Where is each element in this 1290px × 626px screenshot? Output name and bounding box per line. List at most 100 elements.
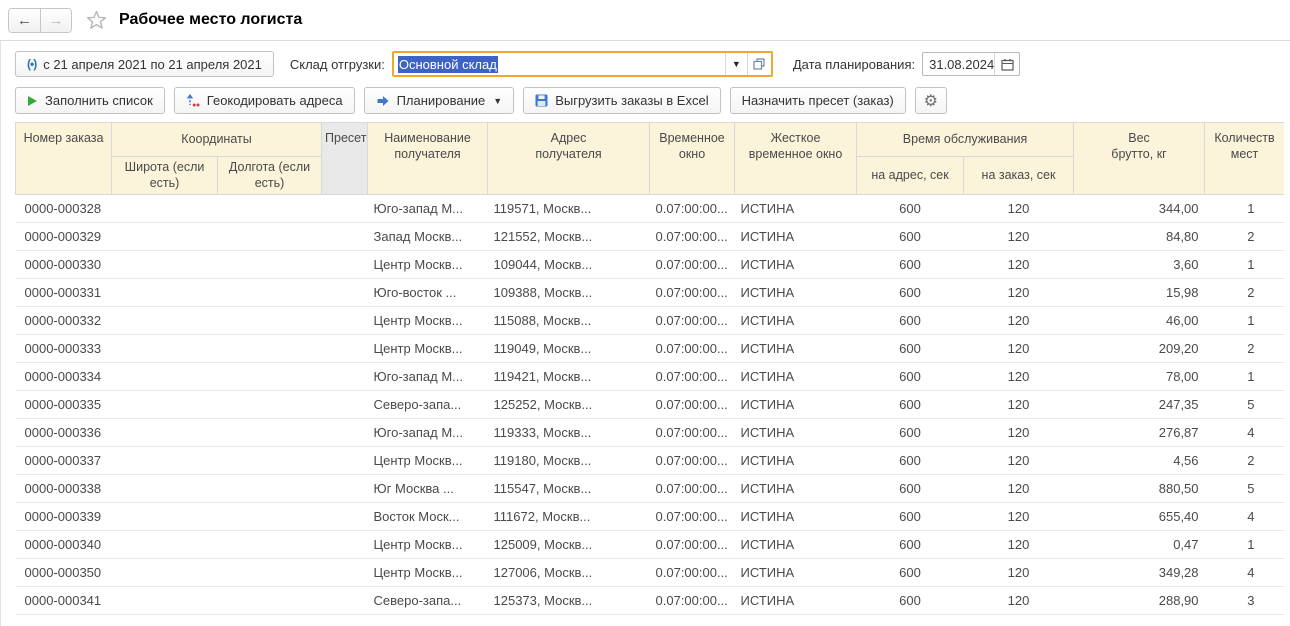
cell-preset[interactable] — [322, 363, 368, 391]
cell-lat[interactable] — [112, 475, 218, 503]
table-row[interactable]: 0000-000341 Северо-запа... 125373, Москв… — [16, 587, 1285, 615]
cell-name[interactable]: Юго-запад М... — [368, 419, 488, 447]
cell-order[interactable]: 0000-000333 — [16, 335, 112, 363]
geocode-addresses-button[interactable]: Геокодировать адреса — [174, 87, 355, 114]
col-header-lon[interactable]: Долгота (если есть) — [218, 157, 322, 195]
cell-weight[interactable]: 0,47 — [1074, 531, 1205, 559]
cell-preset[interactable] — [322, 587, 368, 615]
cell-qty[interactable]: 1 — [1205, 307, 1284, 335]
planning-date-calendar-button[interactable] — [994, 53, 1019, 75]
table-row[interactable]: 0000-000338 Юг Москва ... 115547, Москв.… — [16, 475, 1285, 503]
cell-lat[interactable] — [112, 559, 218, 587]
cell-lon[interactable] — [218, 559, 322, 587]
cell-name[interactable]: Центр Москв... — [368, 335, 488, 363]
cell-address[interactable]: 115547, Москв... — [488, 475, 650, 503]
cell-addr-sec[interactable]: 600 — [857, 279, 964, 307]
table-row[interactable]: 0000-000334 Юго-запад М... 119421, Москв… — [16, 363, 1285, 391]
table-row[interactable]: 0000-000337 Центр Москв... 119180, Москв… — [16, 447, 1285, 475]
cell-hard-window[interactable]: ИСТИНА — [735, 419, 857, 447]
col-header-window[interactable]: Временное окно — [650, 123, 735, 195]
cell-order[interactable]: 0000-000334 — [16, 363, 112, 391]
cell-lon[interactable] — [218, 251, 322, 279]
cell-name[interactable]: Центр Москв... — [368, 307, 488, 335]
cell-order[interactable]: 0000-000336 — [16, 419, 112, 447]
cell-window[interactable]: 0.07:00:00... — [650, 559, 735, 587]
warehouse-dropdown-button[interactable]: ▼ — [725, 53, 747, 75]
cell-address[interactable]: 115088, Москв... — [488, 307, 650, 335]
planning-date-input[interactable]: 31.08.2024 — [923, 53, 994, 75]
table-row[interactable]: 0000-000335 Северо-запа... 125252, Москв… — [16, 391, 1285, 419]
cell-lat[interactable] — [112, 419, 218, 447]
col-header-order[interactable]: Номер заказа — [16, 123, 112, 195]
cell-hard-window[interactable]: ИСТИНА — [735, 503, 857, 531]
cell-qty[interactable]: 4 — [1205, 559, 1284, 587]
cell-weight[interactable]: 288,90 — [1074, 587, 1205, 615]
cell-weight[interactable]: 349,28 — [1074, 559, 1205, 587]
cell-preset[interactable] — [322, 195, 368, 223]
cell-lat[interactable] — [112, 223, 218, 251]
col-header-coords-group[interactable]: Координаты — [112, 123, 322, 157]
cell-name[interactable]: Центр Москв... — [368, 531, 488, 559]
table-row[interactable]: 0000-000339 Восток Моск... 111672, Москв… — [16, 503, 1285, 531]
cell-hard-window[interactable]: ИСТИНА — [735, 587, 857, 615]
cell-lat[interactable] — [112, 195, 218, 223]
cell-order-sec[interactable]: 120 — [964, 531, 1074, 559]
cell-lon[interactable] — [218, 447, 322, 475]
cell-addr-sec[interactable]: 600 — [857, 391, 964, 419]
table-row[interactable]: 0000-000340 Центр Москв... 125009, Москв… — [16, 531, 1285, 559]
cell-preset[interactable] — [322, 307, 368, 335]
cell-qty[interactable]: 1 — [1205, 531, 1284, 559]
cell-address[interactable]: 125252, Москв... — [488, 391, 650, 419]
cell-window[interactable]: 0.07:00:00... — [650, 475, 735, 503]
cell-weight[interactable]: 3,60 — [1074, 251, 1205, 279]
cell-address[interactable]: 109044, Москв... — [488, 251, 650, 279]
cell-order-sec[interactable]: 120 — [964, 307, 1074, 335]
col-header-service-group[interactable]: Время обслуживания — [857, 123, 1074, 157]
cell-qty[interactable]: 4 — [1205, 419, 1284, 447]
cell-lat[interactable] — [112, 531, 218, 559]
cell-name[interactable]: Центр Москв... — [368, 251, 488, 279]
cell-order-sec[interactable]: 120 — [964, 391, 1074, 419]
cell-lon[interactable] — [218, 335, 322, 363]
cell-lat[interactable] — [112, 335, 218, 363]
cell-order[interactable]: 0000-000331 — [16, 279, 112, 307]
cell-addr-sec[interactable]: 600 — [857, 531, 964, 559]
cell-lat[interactable] — [112, 307, 218, 335]
cell-weight[interactable]: 78,00 — [1074, 363, 1205, 391]
cell-window[interactable]: 0.07:00:00... — [650, 363, 735, 391]
cell-window[interactable]: 0.07:00:00... — [650, 419, 735, 447]
cell-lon[interactable] — [218, 475, 322, 503]
cell-hard-window[interactable]: ИСТИНА — [735, 223, 857, 251]
cell-address[interactable]: 119049, Москв... — [488, 335, 650, 363]
cell-qty[interactable]: 4 — [1205, 503, 1284, 531]
cell-order-sec[interactable]: 120 — [964, 363, 1074, 391]
cell-order-sec[interactable]: 120 — [964, 223, 1074, 251]
cell-lat[interactable] — [112, 503, 218, 531]
cell-lat[interactable] — [112, 391, 218, 419]
cell-lat[interactable] — [112, 363, 218, 391]
cell-address[interactable]: 119571, Москв... — [488, 195, 650, 223]
cell-hard-window[interactable]: ИСТИНА — [735, 531, 857, 559]
cell-address[interactable]: 125373, Москв... — [488, 587, 650, 615]
cell-order[interactable]: 0000-000340 — [16, 531, 112, 559]
cell-order[interactable]: 0000-000350 — [16, 559, 112, 587]
cell-addr-sec[interactable]: 600 — [857, 251, 964, 279]
cell-addr-sec[interactable]: 600 — [857, 223, 964, 251]
cell-order-sec[interactable]: 120 — [964, 279, 1074, 307]
cell-name[interactable]: Центр Москв... — [368, 447, 488, 475]
col-header-address[interactable]: Адрес получателя — [488, 123, 650, 195]
warehouse-open-button[interactable] — [747, 53, 771, 75]
col-header-qty[interactable]: Количеств мест — [1205, 123, 1284, 195]
cell-order-sec[interactable]: 120 — [964, 587, 1074, 615]
cell-hard-window[interactable]: ИСТИНА — [735, 447, 857, 475]
cell-lon[interactable] — [218, 531, 322, 559]
cell-qty[interactable]: 2 — [1205, 335, 1284, 363]
cell-preset[interactable] — [322, 251, 368, 279]
cell-lat[interactable] — [112, 447, 218, 475]
cell-window[interactable]: 0.07:00:00... — [650, 223, 735, 251]
col-header-preset[interactable]: Пресет — [322, 123, 368, 195]
cell-weight[interactable]: 247,35 — [1074, 391, 1205, 419]
cell-name[interactable]: Центр Москв... — [368, 559, 488, 587]
cell-order[interactable]: 0000-000339 — [16, 503, 112, 531]
cell-preset[interactable] — [322, 447, 368, 475]
